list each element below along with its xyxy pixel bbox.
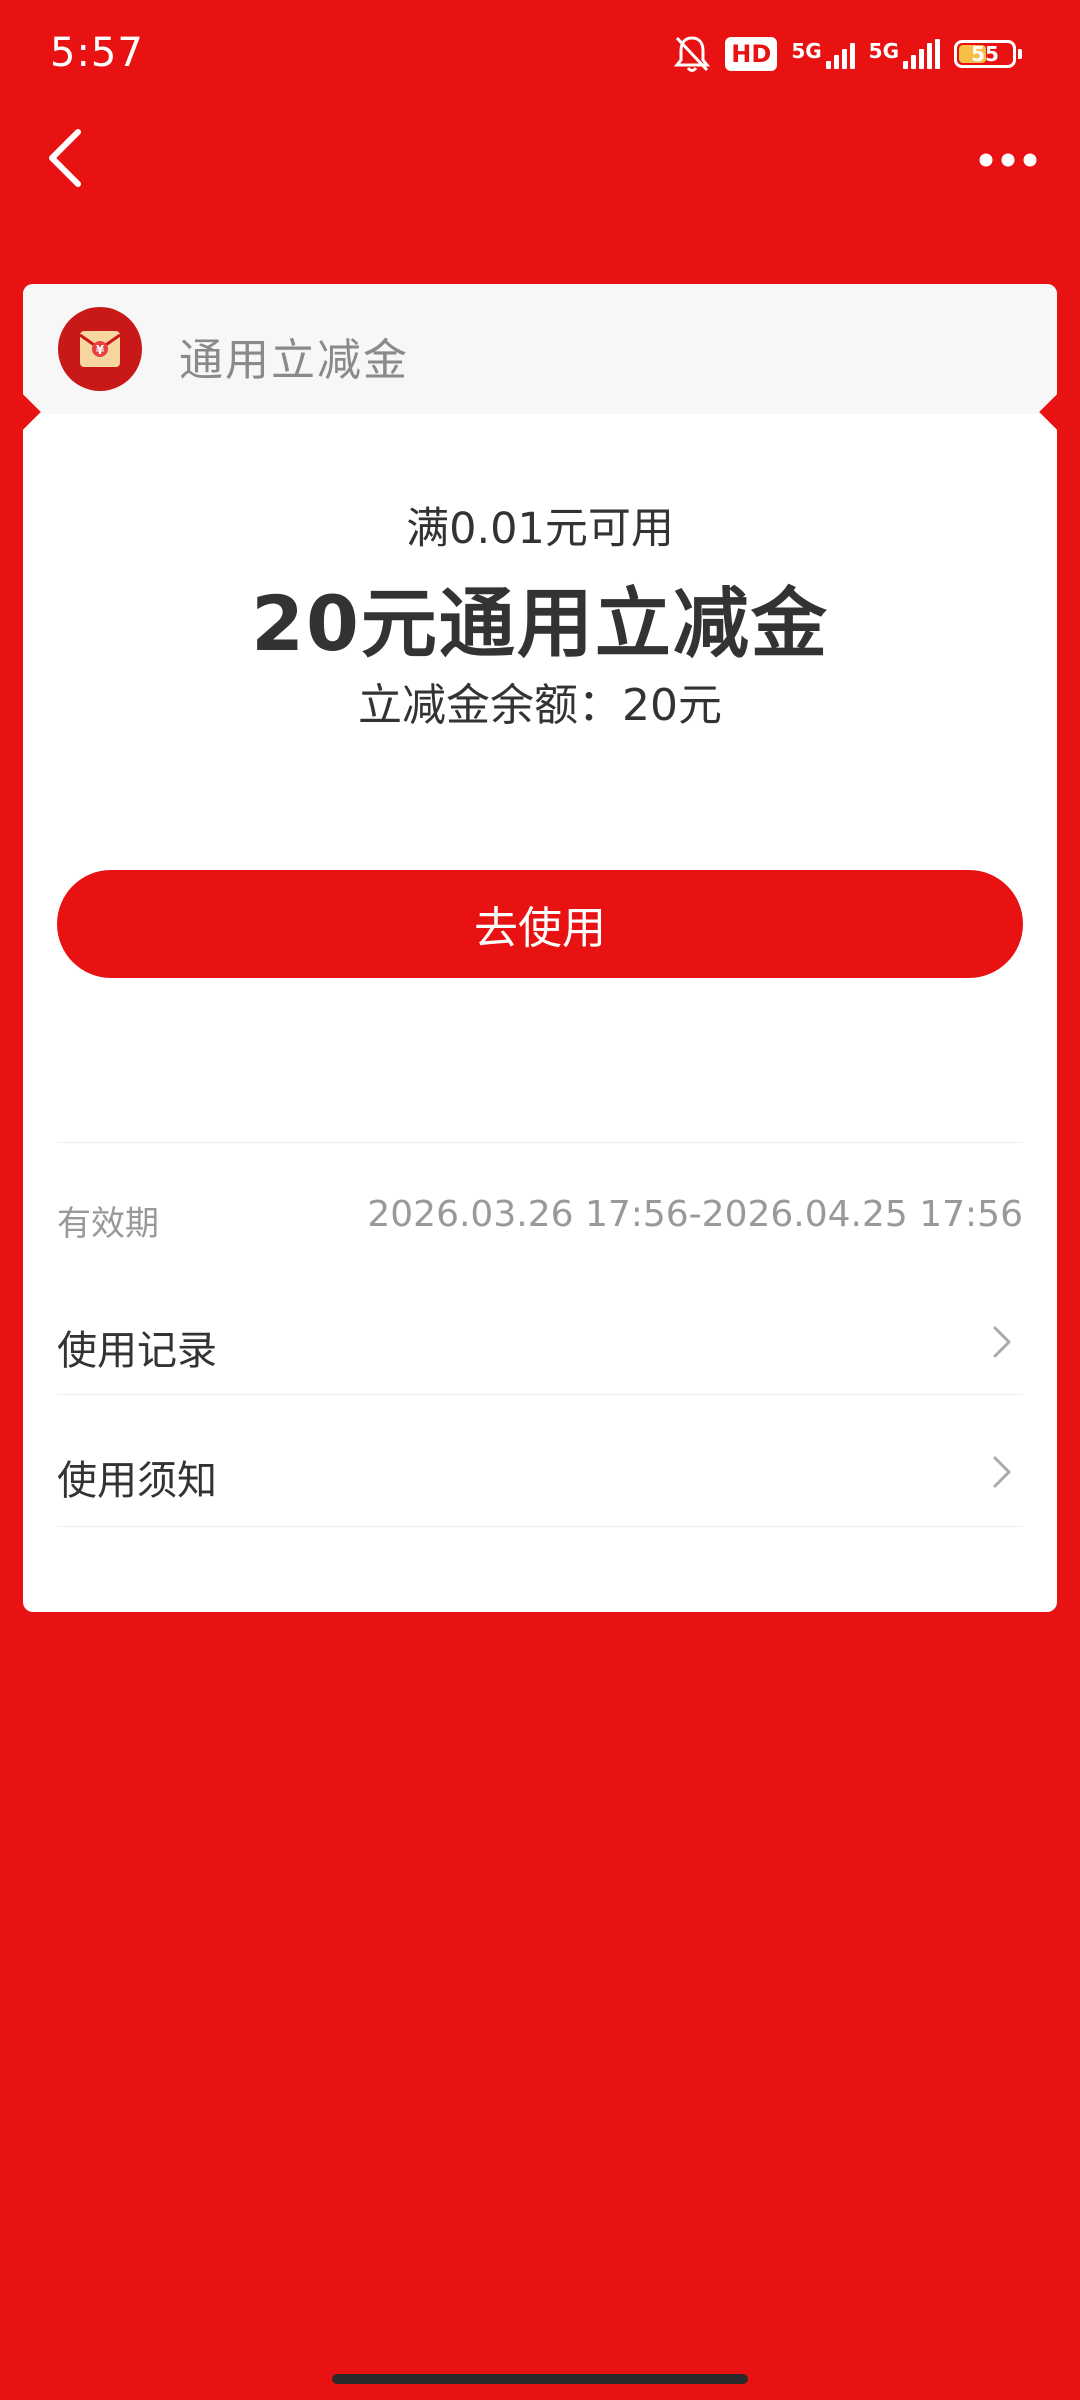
signal-bars-icon: [825, 39, 855, 69]
coupon-card: ¥ 通用立减金 满0.01元可用 20元通用立减金 立减金余额：20元 去使用 …: [23, 284, 1057, 1612]
more-dots-icon: [979, 153, 1037, 167]
svg-text:¥: ¥: [96, 343, 105, 357]
status-icons: HD 5G 5G 55: [673, 32, 1022, 76]
coupon-amount: 20元通用立减金: [251, 579, 829, 668]
validity-row: 有效期 2026.03.26 17:56-2026.04.25 17:56: [57, 1186, 1023, 1246]
card-header: ¥ 通用立减金: [23, 284, 1057, 414]
signal-2: 5G: [869, 39, 940, 69]
battery-tip: [1018, 49, 1022, 59]
status-time: 5:57: [50, 30, 144, 76]
battery-level: 55: [971, 42, 999, 66]
red-envelope-yen-icon: ¥: [58, 307, 142, 391]
card-title: 通用立减金: [179, 335, 409, 386]
signal-bars-icon: [903, 39, 940, 69]
menu-item-usage-notice[interactable]: 使用须知: [57, 1408, 1023, 1538]
chevron-right-icon: [993, 1326, 1011, 1358]
status-bar: 5:57 HD 5G 5G 55: [0, 0, 1080, 108]
menu-item-label: 使用记录: [57, 1328, 217, 1374]
divider: [57, 1142, 1023, 1143]
chevron-left-icon: [49, 129, 81, 187]
divider: [57, 1394, 1023, 1395]
hd-badge: HD: [725, 37, 778, 71]
back-button[interactable]: [36, 118, 96, 198]
bell-muted-icon: [674, 36, 711, 72]
more-button[interactable]: [972, 138, 1044, 182]
signal-1: 5G: [791, 39, 855, 69]
min-spend-condition: 满0.01元可用: [406, 504, 674, 554]
coupon-balance: 立减金余额：20元: [358, 680, 722, 731]
use-coupon-button[interactable]: 去使用: [57, 870, 1023, 978]
home-indicator[interactable]: [332, 2374, 748, 2384]
menu-item-label: 使用须知: [57, 1458, 217, 1504]
network-type-label: 5G: [791, 39, 822, 63]
battery-icon: 55: [954, 40, 1022, 68]
divider: [57, 1526, 1023, 1527]
network-type-label: 5G: [868, 39, 899, 63]
menu-item-usage-record[interactable]: 使用记录: [57, 1278, 1023, 1408]
chevron-right-icon: [993, 1456, 1011, 1488]
validity-value: 2026.03.26 17:56-2026.04.25 17:56: [367, 1194, 1023, 1235]
validity-label: 有效期: [57, 1204, 159, 1244]
